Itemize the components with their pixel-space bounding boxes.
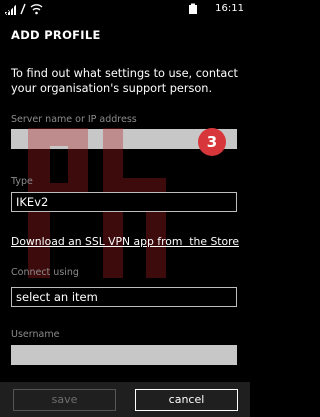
instructions-text: To find out what settings to use, contac…	[11, 67, 238, 95]
page-title: ADD PROFILE	[11, 28, 101, 42]
mobile-data-icon	[20, 3, 26, 15]
save-button[interactable]: save	[13, 389, 116, 411]
battery-icon	[189, 3, 197, 14]
connect-using-select[interactable]: select an item	[11, 287, 237, 307]
username-label: Username	[11, 329, 60, 340]
type-label: Type	[11, 176, 33, 187]
type-select[interactable]: IKEv2	[11, 192, 237, 212]
store-download-link[interactable]: Download an SSL VPN app from the Store	[11, 235, 239, 248]
connect-using-label: Connect using	[11, 267, 79, 278]
wifi-icon	[30, 4, 43, 15]
cancel-button[interactable]: cancel	[135, 389, 238, 411]
server-label: Server name or IP address	[11, 114, 137, 125]
step-number-badge: 3	[198, 128, 226, 156]
username-input[interactable]	[11, 345, 237, 365]
app-bar: save cancel	[0, 382, 250, 417]
status-time: 16:11	[215, 3, 244, 14]
cellular-signal-icon	[5, 3, 18, 15]
status-bar: 16:11	[0, 0, 250, 20]
